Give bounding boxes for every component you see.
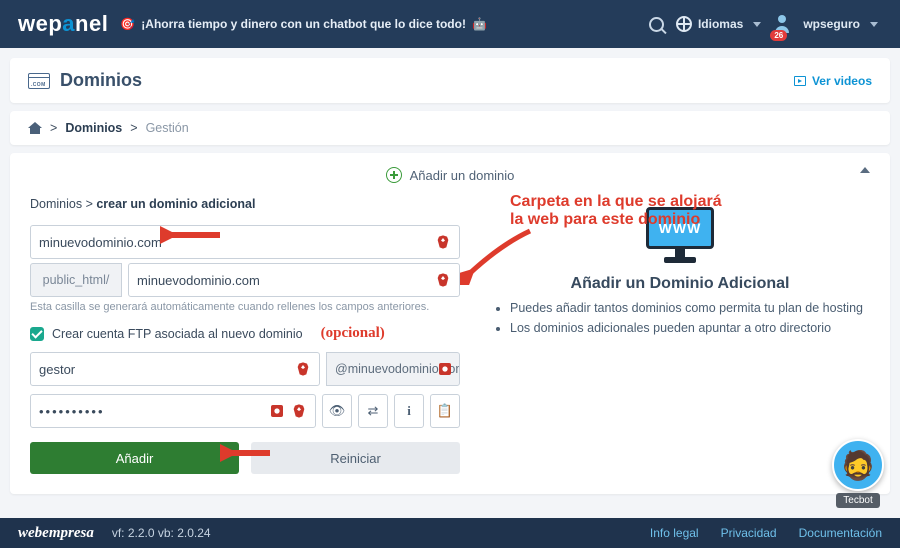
video-icon (794, 76, 806, 86)
shuffle-icon: ⇄ (368, 403, 379, 419)
promo-text: ¡Ahorra tiempo y dinero con un chatbot q… (141, 17, 466, 31)
footer-link-docs[interactable]: Documentación (799, 526, 882, 540)
eye-icon: 👁 (329, 403, 346, 419)
ftp-checkbox-row: Crear cuenta FTP asociada al nuevo domin… (30, 325, 460, 342)
globe-icon (676, 16, 692, 32)
password-value: •••••••••• (39, 404, 105, 419)
info-icon: i (407, 403, 411, 419)
tecbot-avatar: 🧔 (832, 439, 884, 491)
path-input[interactable]: minuevodominio.com (128, 263, 460, 297)
ftp-user-value: gestor (39, 362, 75, 377)
domain-input[interactable]: minuevodominio.com (30, 225, 460, 259)
language-menu[interactable]: Idiomas (670, 12, 767, 36)
logo-accent: a (62, 11, 75, 36)
brave-shield-icon (435, 272, 451, 288)
www-label: WWW (646, 207, 714, 249)
tecbot-widget[interactable]: 🧔 Tecbot (832, 439, 884, 508)
user-menu[interactable]: 26 wpseguro (767, 11, 884, 37)
reset-button[interactable]: Reiniciar (251, 442, 460, 474)
section-title: Añadir un dominio (30, 167, 870, 183)
brave-key-icon (269, 403, 285, 419)
app-header: wepanel 🎯 ¡Ahorra tiempo y dinero con un… (0, 0, 900, 48)
clipboard-icon: 📋 (437, 403, 453, 419)
breadcrumb-dominios[interactable]: Dominios (65, 121, 122, 135)
logo-text: wep (18, 11, 62, 36)
breadcrumb-sep: > (130, 121, 137, 135)
footer: webempresa vf: 2.2.0 vb: 2.0.24 Info leg… (0, 518, 900, 548)
info-title: Añadir un Dominio Adicional (490, 275, 870, 293)
logo[interactable]: wepanel (18, 11, 108, 37)
brave-shield-icon (295, 361, 311, 377)
generate-password-button[interactable]: ⇄ (358, 394, 388, 428)
form-bc-b: crear un dominio adicional (96, 197, 255, 211)
search-icon (649, 17, 664, 32)
ftp-checkbox[interactable] (30, 327, 44, 341)
domain-icon (28, 73, 50, 89)
search-button[interactable] (644, 11, 670, 37)
brave-shield-icon (435, 234, 451, 250)
optional-annotation: (opcional) (321, 325, 385, 342)
info-button[interactable]: i (394, 394, 424, 428)
domain-value: minuevodominio.com (39, 235, 162, 250)
show-password-button[interactable]: 👁 (322, 394, 352, 428)
language-label: Idiomas (698, 17, 743, 31)
promo-banner[interactable]: 🎯 ¡Ahorra tiempo y dinero con un chatbot… (120, 17, 487, 31)
plus-circle-icon (386, 167, 402, 183)
home-icon[interactable] (28, 122, 42, 134)
ver-videos-link[interactable]: Ver videos (794, 74, 872, 88)
form-bc-a: Dominios (30, 197, 82, 211)
www-monitor-icon: WWW (640, 203, 720, 263)
info-item: Los dominios adicionales pueden apuntar … (510, 321, 870, 335)
path-prefix: public_html/ (30, 263, 122, 297)
path-value: minuevodominio.com (137, 273, 260, 288)
breadcrumb-current: Gestión (146, 121, 189, 135)
ftp-domain-suffix: @minuevodominio.com (326, 352, 460, 386)
copy-button[interactable]: 📋 (430, 394, 460, 428)
chevron-down-icon (753, 22, 761, 27)
footer-link-legal[interactable]: Info legal (650, 526, 699, 540)
ftp-checkbox-label: Crear cuenta FTP asociada al nuevo domin… (52, 327, 303, 341)
footer-brand[interactable]: webempresa (18, 525, 94, 542)
page-header-card: Dominios Ver videos (10, 58, 890, 103)
chevron-down-icon (870, 22, 878, 27)
logo-text2: nel (75, 11, 108, 36)
info-list: Puedes añadir tantos dominios como permi… (490, 301, 870, 335)
page-title-text: Dominios (60, 70, 142, 91)
section-title-text: Añadir un dominio (410, 168, 515, 183)
brave-key-icon (437, 361, 453, 377)
breadcrumb-sep: > (50, 121, 57, 135)
path-hint: Esta casilla se generará automáticamente… (30, 301, 460, 313)
form-column: Dominios > crear un dominio adicional mi… (30, 197, 460, 474)
info-item: Puedes añadir tantos dominios como permi… (510, 301, 870, 315)
password-input[interactable]: •••••••••• (30, 394, 316, 428)
collapse-toggle[interactable] (860, 167, 870, 173)
path-prefix-text: public_html/ (43, 273, 110, 287)
form-breadcrumb: Dominios > crear un dominio adicional (30, 197, 460, 211)
breadcrumb: > Dominios > Gestión (10, 111, 890, 145)
add-button[interactable]: Añadir (30, 442, 239, 474)
target-icon: 🎯 (120, 17, 135, 31)
ver-videos-label: Ver videos (812, 74, 872, 88)
robot-icon: 🤖 (472, 17, 487, 31)
tecbot-label: Tecbot (836, 493, 879, 508)
footer-link-privacy[interactable]: Privacidad (721, 526, 777, 540)
main-panel: Añadir un dominio Dominios > crear un do… (10, 153, 890, 494)
info-column: WWW Añadir un Dominio Adicional Puedes a… (490, 197, 870, 474)
page-title: Dominios (28, 70, 142, 91)
footer-version: vf: 2.2.0 vb: 2.0.24 (112, 526, 211, 540)
notification-badge: 26 (770, 30, 787, 41)
ftp-user-input[interactable]: gestor (30, 352, 320, 386)
brave-shield-icon (291, 403, 307, 419)
user-label: wpseguro (803, 17, 860, 31)
